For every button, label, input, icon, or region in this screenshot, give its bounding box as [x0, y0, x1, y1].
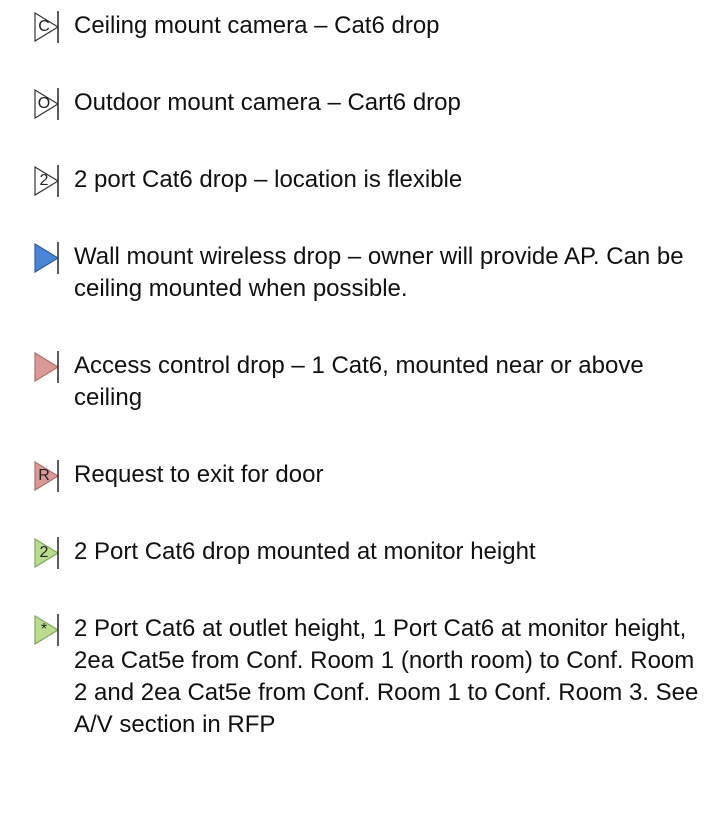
drop-symbol-icon: C: [34, 11, 72, 43]
legend-description: 2 Port Cat6 at outlet height, 1 Port Cat…: [74, 615, 699, 738]
drop-symbol-icon: [34, 242, 72, 274]
legend-description: Access control drop – 1 Cat6, mounted ne…: [74, 352, 644, 411]
legend-description: Ceiling mount camera – Cat6 drop: [74, 12, 440, 39]
legend-item-request-to-exit: R Request to exit for door: [34, 459, 704, 492]
drop-symbol-icon: [34, 351, 72, 383]
drop-symbol-icon: 2: [34, 165, 72, 197]
drop-symbol-icon: *: [34, 614, 72, 646]
legend-item-ceiling-camera: C Ceiling mount camera – Cat6 drop: [34, 10, 704, 43]
legend-description: Wall mount wireless drop – owner will pr…: [74, 243, 684, 302]
symbol-letter: C: [38, 18, 50, 35]
legend-item-access-control: Access control drop – 1 Cat6, mounted ne…: [34, 350, 704, 414]
legend-item-conference-av: * 2 Port Cat6 at outlet height, 1 Port C…: [34, 613, 704, 741]
drop-symbol-icon: O: [34, 88, 72, 120]
symbol-letter: 2: [39, 172, 49, 189]
legend-item-monitor-drop: 2 2 Port Cat6 drop mounted at monitor he…: [34, 536, 704, 569]
symbol-letter: O: [37, 95, 51, 112]
legend-description: Outdoor mount camera – Cart6 drop: [74, 89, 461, 116]
symbol-letter: R: [38, 467, 50, 484]
drop-symbol-icon: 2: [34, 537, 72, 569]
drop-symbol-icon: R: [34, 460, 72, 492]
symbol-letter: *: [40, 621, 48, 638]
legend-description: Request to exit for door: [74, 461, 324, 488]
symbol-letter: 2: [39, 544, 49, 561]
blue-triangle-symbol-icon: [34, 242, 60, 274]
legend-item-outdoor-camera: O Outdoor mount camera – Cart6 drop: [34, 87, 704, 120]
pink-triangle-symbol-icon: [34, 351, 60, 383]
legend-item-wireless-drop: Wall mount wireless drop – owner will pr…: [34, 241, 704, 305]
legend-description: 2 port Cat6 drop – location is flexible: [74, 166, 463, 193]
legend-description: 2 Port Cat6 drop mounted at monitor heig…: [74, 538, 536, 565]
legend-item-flexible-drop: 2 2 port Cat6 drop – location is flexibl…: [34, 164, 704, 197]
